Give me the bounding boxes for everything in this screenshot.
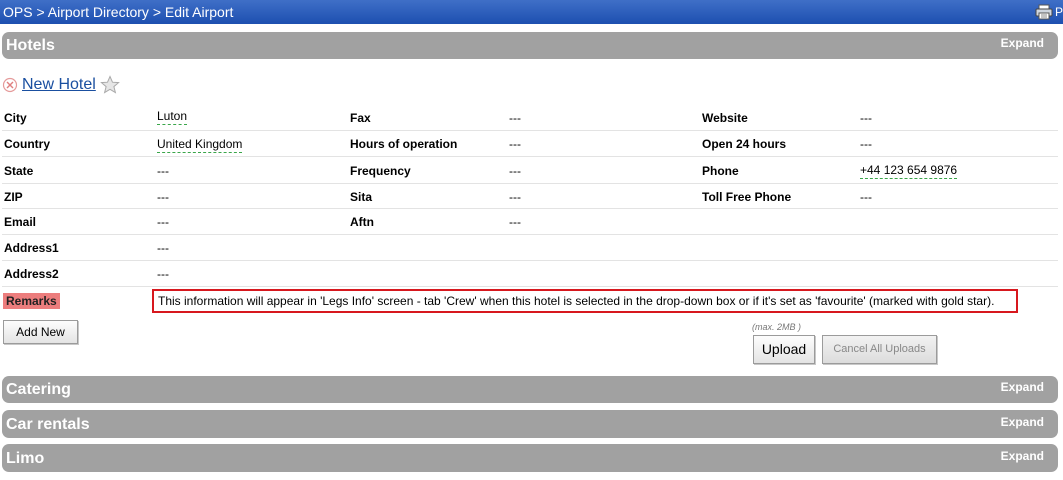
expand-button[interactable]: Expand: [1001, 380, 1044, 394]
field-label-open24: Open 24 hours: [702, 137, 787, 151]
section-catering[interactable]: Catering Expand: [2, 376, 1058, 403]
field-label-country: Country: [4, 137, 50, 151]
field-label-hours: Hours of operation: [350, 137, 458, 151]
breadcrumb-separator: >: [36, 4, 45, 20]
table-row: State --- Frequency --- Phone +44 123 65…: [2, 157, 1058, 184]
remarks-row: Remarks This information will appear in …: [2, 287, 1058, 313]
field-label-aftn: Aftn: [350, 215, 374, 229]
breadcrumb-separator: >: [152, 4, 161, 20]
table-row: Email --- Aftn ---: [2, 209, 1058, 235]
table-row: Address1 ---: [2, 235, 1058, 261]
zip-value: ---: [157, 190, 169, 204]
remarks-label: Remarks: [3, 293, 60, 309]
field-label-address2: Address2: [4, 267, 59, 281]
sita-value: ---: [509, 190, 521, 204]
section-title: Limo: [6, 450, 45, 467]
printer-icon[interactable]: [1035, 4, 1053, 20]
field-label-city: City: [4, 111, 27, 125]
hotel-name-link[interactable]: New Hotel: [22, 76, 96, 94]
open24-value: ---: [860, 137, 872, 151]
print-label[interactable]: P: [1055, 5, 1063, 19]
field-label-address1: Address1: [4, 241, 59, 255]
breadcrumb: OPS > Airport Directory > Edit Airport: [3, 4, 233, 20]
website-value: ---: [860, 111, 872, 125]
section-title: Hotels: [6, 37, 55, 54]
state-value: ---: [157, 164, 169, 178]
hours-value: ---: [509, 137, 521, 151]
field-label-frequency: Frequency: [350, 164, 411, 178]
remarks-field[interactable]: This information will appear in 'Legs In…: [152, 289, 1018, 313]
add-new-button[interactable]: Add New: [3, 320, 78, 344]
expand-button[interactable]: Expand: [1001, 449, 1044, 463]
cancel-all-uploads-button[interactable]: Cancel All Uploads: [822, 335, 937, 364]
section-title: Catering: [6, 381, 71, 398]
field-label-tollfree: Toll Free Phone: [702, 190, 792, 204]
expand-button[interactable]: Expand: [1001, 36, 1044, 50]
field-label-website: Website: [702, 111, 748, 125]
field-label-sita: Sita: [350, 190, 373, 204]
section-hotels: Hotels Expand: [2, 32, 1058, 59]
field-label-zip: ZIP: [4, 190, 23, 204]
tollfree-value: ---: [860, 190, 872, 204]
print-button[interactable]: P: [1035, 3, 1063, 21]
field-label-phone: Phone: [702, 164, 739, 178]
hotel-title-row: New Hotel: [2, 74, 120, 96]
star-icon[interactable]: [99, 75, 120, 95]
city-value[interactable]: Luton: [157, 109, 188, 125]
field-label-fax: Fax: [350, 111, 371, 125]
section-limo[interactable]: Limo Expand: [2, 444, 1058, 472]
section-car-rentals[interactable]: Car rentals Expand: [2, 410, 1058, 438]
breadcrumb-edit-airport: Edit Airport: [164, 4, 234, 20]
breadcrumb-ops[interactable]: OPS: [3, 4, 33, 20]
fax-value: ---: [509, 111, 521, 125]
field-label-email: Email: [4, 215, 37, 229]
upload-button[interactable]: Upload: [753, 335, 815, 364]
section-title: Car rentals: [6, 416, 90, 433]
frequency-value: ---: [509, 164, 521, 178]
table-row: Country United Kingdom Hours of operatio…: [2, 131, 1058, 157]
address1-value: ---: [157, 241, 169, 255]
remove-icon[interactable]: [2, 77, 18, 93]
expand-button[interactable]: Expand: [1001, 415, 1044, 429]
upload-size-note: (max. 2MB ): [752, 322, 802, 332]
hotel-details-table: City Luton Fax --- Website --- Country U…: [2, 105, 1058, 313]
country-value[interactable]: United Kingdom: [157, 137, 243, 153]
breadcrumb-airport-directory[interactable]: Airport Directory: [48, 4, 149, 20]
email-value: ---: [157, 215, 169, 229]
top-bar: OPS > Airport Directory > Edit Airport P: [0, 0, 1063, 24]
address2-value: ---: [157, 267, 169, 281]
field-label-state: State: [4, 164, 34, 178]
phone-value[interactable]: +44 123 654 9876: [860, 163, 958, 179]
table-row: Address2 ---: [2, 261, 1058, 287]
aftn-value: ---: [509, 215, 521, 229]
table-row: ZIP --- Sita --- Toll Free Phone ---: [2, 184, 1058, 209]
table-row: City Luton Fax --- Website ---: [2, 105, 1058, 131]
